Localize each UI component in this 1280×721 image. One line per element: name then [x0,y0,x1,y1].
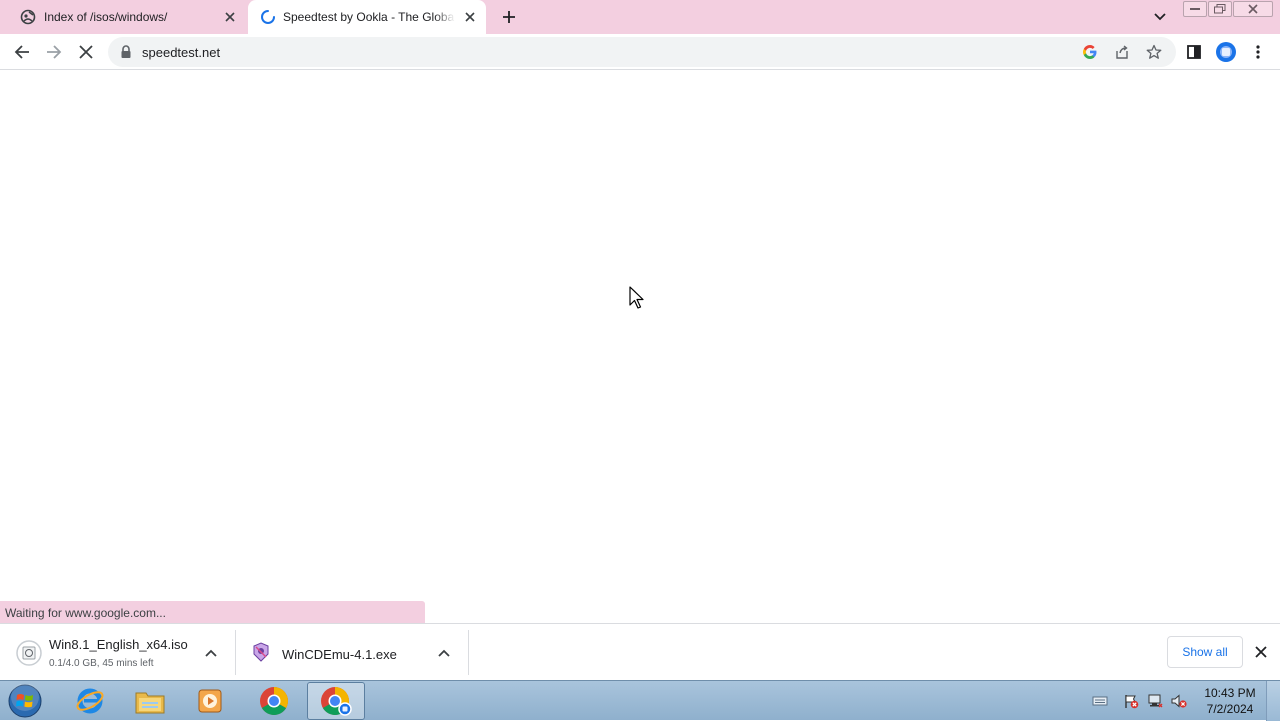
tab-title: Speedtest by Ookla - The Global Broadban… [283,10,455,24]
stop-button[interactable] [72,38,100,66]
download-filename: WinCDEmu-4.1.exe [282,647,397,662]
mouse-cursor-icon [629,286,645,315]
new-tab-button[interactable] [498,6,520,28]
clock-time: 10:43 PM [1204,686,1256,700]
tab-speedtest[interactable]: Speedtest by Ookla - The Global Broadban… [248,0,486,34]
taskbar-internet-explorer[interactable] [61,682,119,720]
forward-arrow-icon [47,45,62,59]
chevron-up-icon[interactable] [436,645,452,661]
close-icon[interactable] [222,9,238,25]
download-item[interactable]: Win8.1_English_x64.iso 0.1/4.0 GB, 45 mi… [0,630,236,675]
menu-button[interactable] [1244,38,1272,66]
download-item[interactable]: WinCDEmu-4.1.exe [237,630,469,675]
start-button[interactable] [4,682,46,720]
site-icon [20,9,36,25]
download-shelf: Win8.1_English_x64.iso 0.1/4.0 GB, 45 mi… [0,623,1280,680]
close-window-button[interactable] [1233,1,1273,17]
minimize-button[interactable] [1183,1,1207,17]
google-lens-icon[interactable] [1081,43,1099,61]
close-icon[interactable] [1252,643,1270,661]
close-icon[interactable] [462,9,478,25]
download-status: 0.1/4.0 GB, 45 mins left [49,658,154,669]
show-desktop-button[interactable] [1266,681,1280,721]
forward-button[interactable] [40,38,68,66]
back-button[interactable] [8,38,36,66]
loading-spinner-icon [260,9,276,25]
back-arrow-icon [14,45,29,59]
status-bubble: Waiting for www.google.com... [0,601,425,623]
taskbar-media-player[interactable] [181,682,239,720]
keyboard-icon[interactable] [1092,693,1108,709]
taskbar-chrome-active[interactable] [307,682,365,720]
tab-search-button[interactable] [1150,8,1170,26]
network-icon[interactable] [1147,693,1163,709]
taskbar-chrome[interactable] [245,682,303,720]
media-player-icon [198,689,222,713]
browser-toolbar: speedtest.net [0,34,1280,70]
url-text[interactable]: speedtest.net [142,45,220,60]
lock-icon[interactable] [120,45,132,59]
clock-date: 7/2/2024 [1206,702,1254,716]
internet-explorer-icon [76,688,104,714]
tab-title: Index of /isos/windows/ [44,10,168,24]
chrome-icon [260,687,288,715]
restore-button[interactable] [1208,1,1232,17]
download-filename: Win8.1_English_x64.iso [49,637,188,652]
taskbar: 10:43 PM 7/2/2024 [0,680,1280,721]
side-panel-icon [1187,45,1201,59]
taskbar-windows-explorer[interactable] [121,682,179,720]
action-center-flag-icon[interactable] [1123,693,1139,709]
stop-icon [79,45,93,59]
system-clock[interactable]: 10:43 PM 7/2/2024 [1196,685,1264,717]
folder-icon [135,692,165,714]
show-all-button[interactable]: Show all [1167,636,1243,668]
volume-muted-icon[interactable] [1171,693,1187,709]
share-icon[interactable] [1113,43,1131,61]
address-bar[interactable]: speedtest.net [108,37,1176,67]
side-panel-button[interactable] [1180,38,1208,66]
tab-index-isos[interactable]: Index of /isos/windows/ [8,0,246,34]
tab-strip: Index of /isos/windows/ Speedtest by Ook… [0,0,1280,34]
chrome-icon [321,687,352,716]
bookmark-star-icon[interactable] [1145,43,1163,61]
page-content [0,71,1280,623]
more-vert-icon [1256,45,1260,59]
avatar [1216,42,1236,62]
chevron-up-icon[interactable] [203,645,219,661]
disc-image-icon [16,640,42,666]
installer-icon [251,642,271,662]
profile-button[interactable] [1212,38,1240,66]
windows-orb-icon [8,684,42,718]
